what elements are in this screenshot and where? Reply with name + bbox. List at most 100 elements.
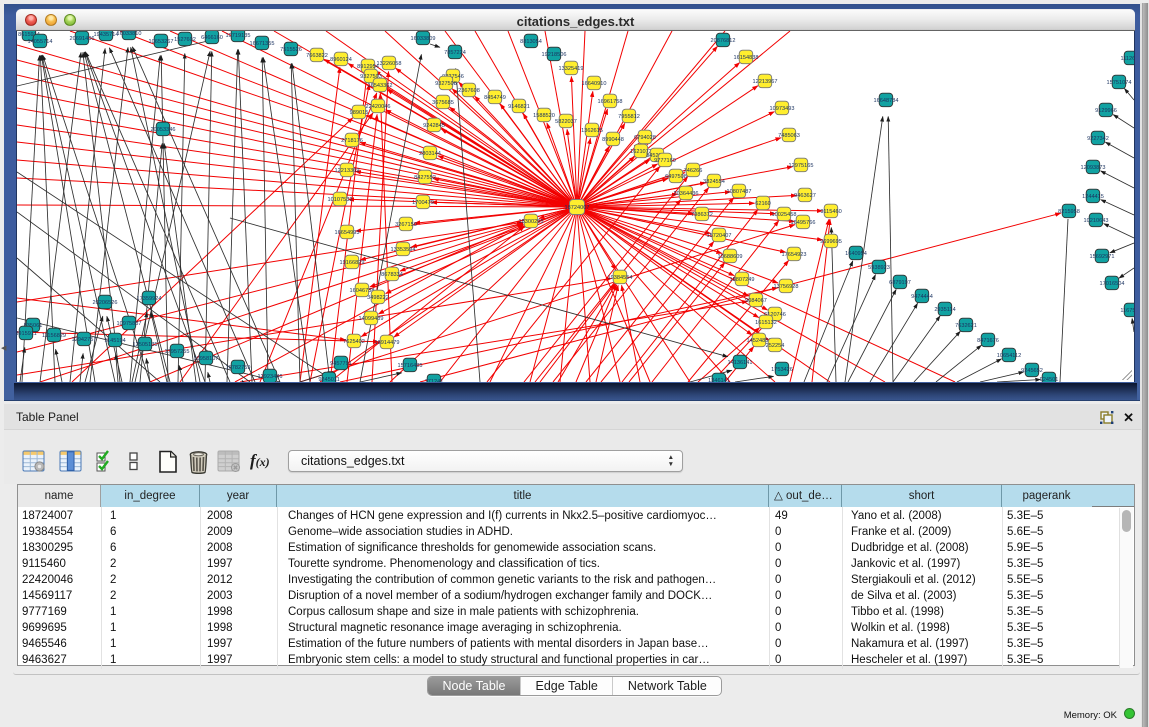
- svg-text:12213369: 12213369: [335, 168, 360, 174]
- svg-text:16914479: 16914479: [375, 340, 400, 346]
- svg-text:2718176: 2718176: [341, 138, 363, 144]
- svg-text:1615132: 1615132: [755, 320, 777, 326]
- svg-text:10807487: 10807487: [727, 189, 752, 195]
- svg-text:1700479: 1700479: [412, 200, 434, 206]
- svg-text:9129966: 9129966: [1095, 108, 1117, 114]
- svg-text:12505135: 12505135: [133, 342, 158, 348]
- svg-text:2803144: 2803144: [419, 151, 441, 157]
- svg-text:9245011: 9245011: [318, 377, 339, 382]
- svg-text:9146821: 9146821: [508, 104, 530, 110]
- svg-text:20364436: 20364436: [674, 191, 699, 197]
- svg-text:20206526: 20206526: [93, 300, 118, 306]
- svg-text:9463627: 9463627: [794, 193, 816, 199]
- svg-text:19166829: 19166829: [340, 260, 365, 266]
- svg-text:2367608: 2367608: [458, 88, 480, 94]
- svg-text:1588520: 1588520: [533, 113, 555, 119]
- svg-text:8990448: 8990448: [602, 137, 624, 143]
- svg-text:16046738: 16046738: [350, 288, 375, 294]
- svg-text:7955812: 7955812: [618, 114, 640, 120]
- svg-text:1346141: 1346141: [708, 378, 730, 382]
- svg-text:18300295: 18300295: [519, 219, 544, 225]
- svg-text:10975887: 10975887: [117, 321, 142, 327]
- svg-text:15692971: 15692971: [1090, 254, 1115, 260]
- svg-text:252254: 252254: [766, 343, 785, 349]
- svg-text:22420046: 22420046: [366, 104, 391, 110]
- svg-text:8215958: 8215958: [1058, 209, 1080, 215]
- svg-text:8471676: 8471676: [977, 338, 999, 344]
- svg-text:16782759: 16782759: [226, 365, 251, 371]
- svg-text:6466160: 6466160: [201, 35, 223, 41]
- svg-text:13353594: 13353594: [391, 247, 416, 253]
- svg-text:10210643: 10210643: [1084, 218, 1109, 224]
- svg-text:15751074: 15751074: [1107, 80, 1132, 86]
- svg-text:16543362: 16543362: [368, 83, 393, 89]
- svg-text:8678334: 8678334: [381, 272, 403, 278]
- svg-text:18724007: 18724007: [565, 205, 590, 211]
- svg-text:13226058: 13226058: [377, 61, 402, 67]
- svg-text:1640954: 1640954: [845, 251, 867, 257]
- svg-text:17654923: 17654923: [782, 252, 807, 258]
- svg-text:18807249: 18807249: [730, 277, 755, 283]
- svg-text:1527602: 1527602: [174, 37, 196, 43]
- svg-text:9227342: 9227342: [1087, 136, 1109, 142]
- svg-text:3915911: 3915911: [17, 331, 37, 337]
- svg-text:16495766: 16495766: [791, 220, 816, 226]
- svg-text:19435714: 19435714: [94, 32, 119, 38]
- svg-text:9699695: 9699695: [820, 239, 842, 245]
- svg-text:16033810: 16033810: [117, 31, 142, 37]
- svg-text:16654993: 16654993: [335, 230, 360, 236]
- svg-text:12213967: 12213967: [753, 79, 778, 85]
- svg-text:16671355: 16671355: [250, 41, 275, 47]
- svg-text:9474444: 9474444: [911, 294, 933, 300]
- svg-text:5938923: 5938923: [868, 265, 890, 271]
- svg-text:16648784: 16648784: [874, 98, 899, 104]
- svg-text:10653267: 10653267: [149, 39, 174, 45]
- svg-text:7632621: 7632621: [955, 323, 977, 329]
- svg-text:9777169: 9777169: [654, 158, 676, 164]
- svg-text:15720407: 15720407: [707, 233, 732, 239]
- svg-text:7485063: 7485063: [778, 133, 800, 139]
- svg-text:10654112: 10654112: [997, 353, 1021, 359]
- svg-text:12942757: 12942757: [72, 337, 97, 343]
- svg-text:771241: 771241: [425, 379, 444, 382]
- svg-text:7663822: 7663822: [306, 53, 328, 59]
- svg-text:20876812: 20876812: [711, 38, 736, 44]
- svg-text:3267150: 3267150: [395, 222, 417, 228]
- svg-text:14099489: 14099489: [359, 316, 384, 322]
- svg-text:14136141: 14136141: [728, 360, 753, 366]
- svg-text:17016504: 17016504: [1100, 281, 1125, 287]
- svg-text:17359924: 17359924: [137, 296, 162, 302]
- svg-text:20691406: 20691406: [70, 36, 95, 42]
- svg-text:16033809: 16033809: [411, 36, 436, 42]
- svg-text:10958107: 10958107: [194, 356, 219, 362]
- svg-text:8427552: 8427552: [414, 175, 436, 181]
- svg-text:11156829: 11156829: [42, 333, 66, 339]
- svg-text:10973493: 10973493: [770, 106, 795, 112]
- svg-text:1244415: 1244415: [1082, 194, 1104, 200]
- svg-text:12093873: 12093873: [1081, 165, 1106, 171]
- svg-text:10025458: 10025458: [772, 212, 797, 218]
- svg-text:8813054: 8813054: [520, 39, 542, 45]
- svg-text:1362615: 1362615: [581, 128, 603, 134]
- svg-text:13325419: 13325419: [559, 66, 584, 72]
- svg-text:8960124: 8960124: [330, 57, 352, 63]
- svg-text:9115460: 9115460: [820, 209, 841, 215]
- svg-text:7986372: 7986372: [691, 212, 713, 218]
- svg-text:7857224: 7857224: [444, 50, 466, 56]
- svg-text:8454749: 8454749: [484, 95, 506, 101]
- svg-text:19218506: 19218506: [542, 52, 567, 58]
- svg-text:3824554: 3824554: [703, 179, 725, 185]
- svg-text:6879197: 6879197: [889, 280, 911, 286]
- svg-text:9242845: 9242845: [423, 123, 445, 129]
- svg-text:10688609: 10688609: [718, 254, 743, 260]
- svg-text:989015: 989015: [350, 110, 369, 116]
- svg-text:7515526: 7515526: [280, 47, 302, 53]
- svg-text:1145194: 1145194: [104, 338, 125, 344]
- svg-text:6497508: 6497508: [665, 174, 687, 180]
- svg-text:746266: 746266: [684, 168, 703, 174]
- svg-text:62160: 62160: [755, 201, 771, 207]
- svg-text:5822037: 5822037: [555, 119, 577, 125]
- svg-text:9084067: 9084067: [745, 298, 767, 304]
- svg-text:12975165: 12975165: [789, 163, 814, 169]
- svg-text:16961758: 16961758: [598, 99, 623, 105]
